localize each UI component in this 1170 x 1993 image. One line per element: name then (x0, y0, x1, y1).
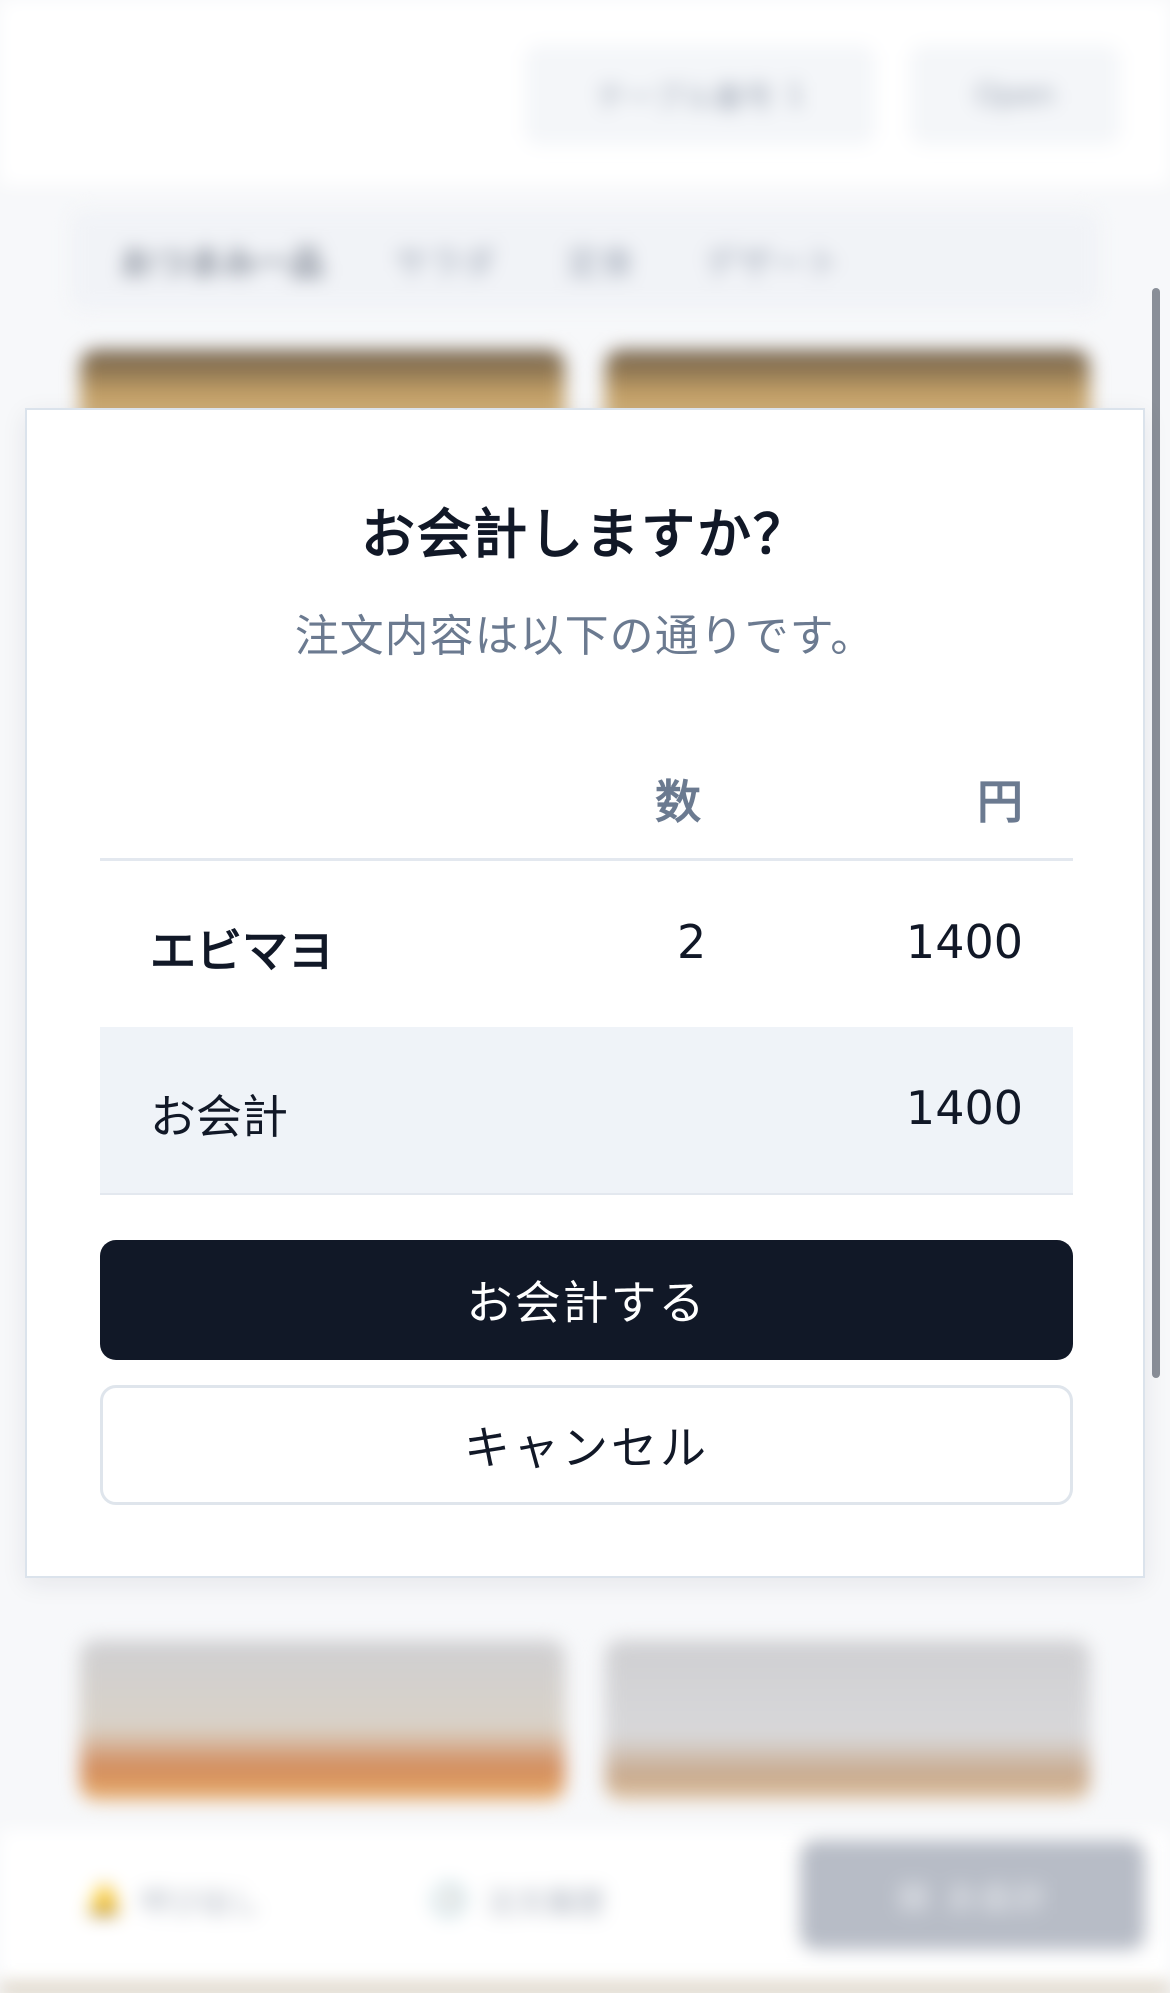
table-number-value: 1 (785, 77, 805, 113)
total-row: お会計 1400 (100, 1027, 1073, 1195)
history-icon: 🕓 (430, 1882, 468, 1918)
item-quantity: 2 (677, 915, 707, 969)
scrollbar[interactable] (1152, 288, 1160, 1378)
cancel-button[interactable]: キャンセル (100, 1385, 1073, 1505)
page: テーブル番号 1 Open おつまみ一品 サラダ 定食 デザート 🔔 呼び出し … (0, 0, 1170, 1993)
checkout-bar-button[interactable]: ▤ お会計 (800, 1840, 1145, 1950)
table-row: エビマヨ 2 1400 (100, 861, 1073, 1027)
total-price: 1400 (905, 1081, 1023, 1135)
confirm-checkout-button[interactable]: お会計する (100, 1240, 1073, 1360)
order-history-button[interactable]: 🕓 注文履歴 (430, 1860, 605, 1940)
tab-teishoku[interactable]: 定食 (566, 236, 634, 285)
call-staff-button[interactable]: 🔔 呼び出し (85, 1860, 260, 1940)
tab-dessert[interactable]: デザート (704, 236, 840, 285)
total-label: お会計 (150, 1090, 288, 1144)
table-header-row: 数 円 (100, 728, 1073, 861)
dialog-subtitle: 注文内容は以下の通りです。 (294, 611, 876, 662)
table-number-badge: テーブル番号 1 (525, 45, 875, 145)
call-staff-label: 呼び出し (140, 1886, 261, 1921)
menu-card-image[interactable] (80, 1640, 565, 1800)
tab-salad[interactable]: サラダ (394, 236, 496, 285)
checkout-dialog: お会計しますか？ 注文内容は以下の通りです。 数 円 エビマヨ 2 1400 お… (25, 408, 1145, 1578)
dialog-title: お会計しますか？ (361, 503, 809, 566)
menu-card-image[interactable] (605, 1640, 1090, 1800)
table-number-label: テーブル番号 (595, 81, 774, 116)
item-name: エビマヨ (150, 924, 334, 978)
footer-divider (0, 1985, 1170, 1993)
bell-icon: 🔔 (85, 1882, 123, 1918)
quantity-column-header: 数 (655, 775, 701, 829)
menu-button[interactable]: Open (910, 45, 1120, 145)
category-tabs: おつまみ一品 サラダ 定食 デザート (70, 210, 1100, 310)
tab-otsumami[interactable]: おつまみ一品 (120, 236, 324, 285)
price-column-header: 円 (977, 775, 1023, 829)
checkout-bar-label: お会計 (945, 1878, 1048, 1919)
order-history-label: 注文履歴 (485, 1886, 606, 1921)
receipt-icon: ▤ (897, 1875, 930, 1915)
item-price: 1400 (905, 915, 1023, 969)
menu-label: Open (974, 77, 1056, 113)
order-summary-table: 数 円 エビマヨ 2 1400 お会計 1400 (100, 728, 1073, 1195)
